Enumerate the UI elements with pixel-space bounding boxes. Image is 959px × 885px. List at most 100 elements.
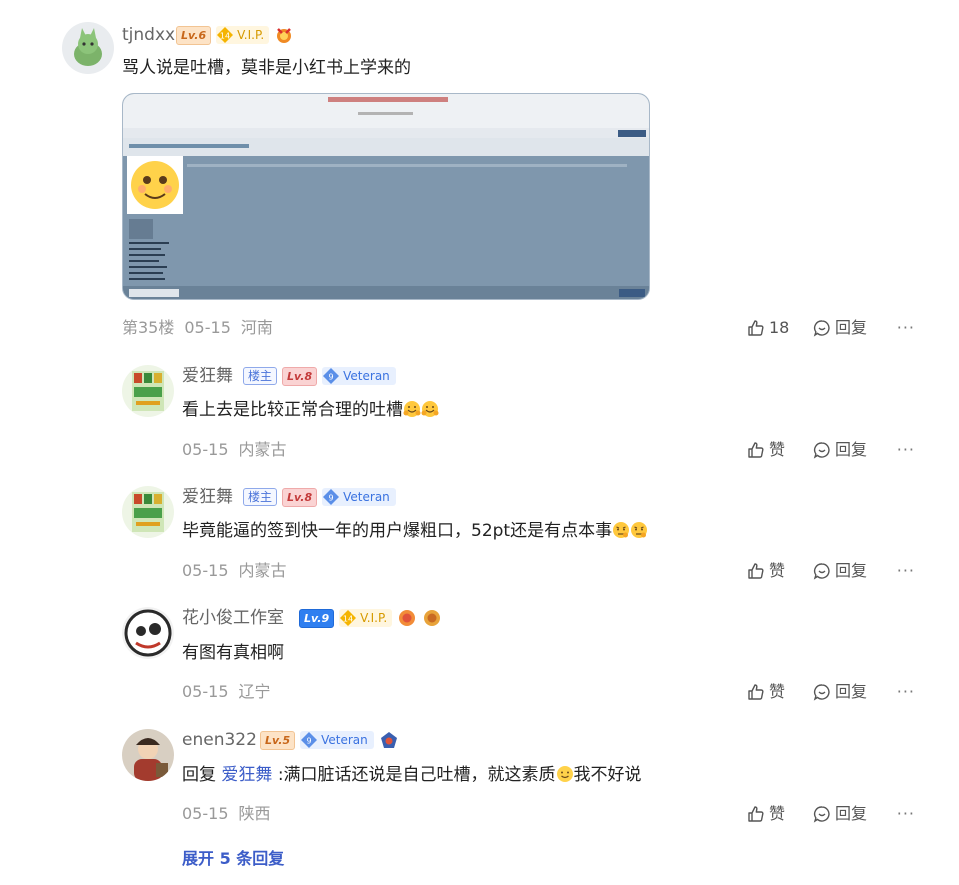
- reply-bubble-icon: [813, 806, 830, 823]
- thinking-emoji-icon: [631, 522, 648, 538]
- diamond-icon: 9: [300, 731, 318, 749]
- medal-icon: [379, 730, 399, 750]
- comment-date: 05-15: [184, 318, 231, 337]
- username[interactable]: 爱狂舞: [182, 365, 233, 387]
- comment-date: 05-15: [182, 682, 229, 701]
- hug-emoji-icon: [421, 401, 439, 417]
- user-badges: 楼主 Lv.8 9 Veteran: [243, 365, 396, 387]
- like-label: 赞: [769, 561, 786, 580]
- svg-text:9: 9: [329, 373, 334, 382]
- comment-actions: 18 回复 ···: [747, 317, 915, 339]
- reply-label: 回复: [835, 318, 868, 337]
- like-label: 赞: [769, 440, 786, 459]
- user-badges: Lv.9 14 V.I.P.: [299, 607, 442, 629]
- medal-icon: [422, 608, 442, 628]
- comment-date: 05-15: [182, 561, 229, 580]
- reply-bubble-icon: [813, 320, 830, 337]
- reply-button[interactable]: 回复: [813, 560, 895, 582]
- more-dots-icon[interactable]: ···: [895, 439, 915, 461]
- veteran-label: Veteran: [321, 733, 368, 747]
- veteran-badge: 9 Veteran: [300, 731, 374, 749]
- veteran-label: Veteran: [343, 490, 390, 504]
- comment-meta: 05-15 内蒙古: [182, 439, 297, 461]
- comment-meta: 05-15 陕西: [182, 803, 281, 825]
- comment-meta: 第35楼 05-15 河南: [122, 317, 283, 339]
- avatar[interactable]: [62, 22, 114, 74]
- svg-text:9: 9: [307, 737, 312, 746]
- thumb-up-icon: [748, 442, 764, 458]
- like-label: 赞: [769, 682, 786, 701]
- thumb-up-icon: [748, 684, 764, 700]
- veteran-badge: 9 Veteran: [322, 367, 396, 385]
- more-dots-icon[interactable]: ···: [895, 803, 915, 825]
- comment-text: 毕竟能逼的签到快一年的用户爆粗口，52pt还是有点本事: [182, 519, 648, 543]
- diamond-icon: 14: [339, 609, 357, 627]
- diamond-icon: 9: [322, 367, 340, 385]
- level-badge: Lv.9: [299, 608, 335, 628]
- svg-text:14: 14: [343, 615, 353, 624]
- thumb-up-icon: [748, 806, 764, 822]
- like-button[interactable]: 18: [747, 317, 813, 339]
- comment-actions: 赞 回复 ···: [747, 803, 915, 825]
- vip-badge: 14 V.I.P.: [216, 26, 270, 44]
- user-badges: 楼主 Lv.8 9 Veteran: [243, 486, 396, 508]
- reply-label: 回复: [835, 682, 868, 701]
- username[interactable]: tjndxx: [122, 24, 175, 46]
- username[interactable]: 花小俊工作室: [182, 607, 284, 629]
- comment-location: 内蒙古: [238, 561, 287, 580]
- like-button[interactable]: 赞: [747, 439, 813, 461]
- thinking-emoji-icon: [613, 522, 630, 538]
- level-badge: Lv.5: [260, 730, 296, 750]
- level-badge: Lv.8: [282, 487, 318, 507]
- thumb-up-icon: [748, 563, 764, 579]
- owner-tag: 楼主: [243, 488, 278, 506]
- comment-meta: 05-15 辽宁: [182, 681, 281, 703]
- avatar[interactable]: [122, 486, 174, 538]
- reply-bubble-icon: [813, 442, 830, 459]
- reply-to-user-link[interactable]: 爱狂舞: [221, 765, 272, 785]
- like-label: 赞: [769, 804, 786, 823]
- user-badges: Lv.6 14 V.I.P.: [176, 24, 294, 46]
- svg-text:9: 9: [329, 494, 334, 503]
- user-badges: Lv.5 9 Veteran: [260, 729, 399, 751]
- avatar[interactable]: [122, 729, 174, 781]
- owner-tag: 楼主: [243, 367, 278, 385]
- reply-button[interactable]: 回复: [813, 681, 895, 703]
- reply-prefix: 回复: [182, 765, 216, 785]
- comment-location: 内蒙古: [238, 440, 287, 459]
- username[interactable]: enen322: [182, 729, 257, 751]
- vip-label: V.I.P.: [237, 28, 265, 42]
- comment-actions: 赞 回复 ···: [747, 560, 915, 582]
- smile-emoji-icon: [556, 766, 573, 782]
- reply-label: 回复: [835, 804, 868, 823]
- avatar[interactable]: [122, 607, 174, 659]
- like-button[interactable]: 赞: [747, 681, 813, 703]
- reply-label: 回复: [835, 561, 868, 580]
- comment-location: 辽宁: [238, 682, 271, 701]
- more-dots-icon[interactable]: ···: [895, 317, 915, 339]
- reply-button[interactable]: 回复: [813, 439, 895, 461]
- floor-number: 第35楼: [122, 318, 175, 337]
- veteran-badge: 9 Veteran: [322, 488, 396, 506]
- comment-actions: 赞 回复 ···: [747, 681, 915, 703]
- comment-text: 骂人说是吐槽，莫非是小红书上学来的: [122, 58, 411, 78]
- like-button[interactable]: 赞: [747, 803, 813, 825]
- username[interactable]: 爱狂舞: [182, 486, 233, 508]
- comment-text: 有图有真相啊: [182, 643, 284, 663]
- avatar[interactable]: [122, 365, 174, 417]
- comment-actions: 赞 回复 ···: [747, 439, 915, 461]
- hug-emoji-icon: [403, 401, 421, 417]
- more-dots-icon[interactable]: ···: [895, 681, 915, 703]
- reply-button[interactable]: 回复: [813, 317, 895, 339]
- more-dots-icon[interactable]: ···: [895, 560, 915, 582]
- comment-date: 05-15: [182, 804, 229, 823]
- attached-screenshot[interactable]: [122, 93, 650, 300]
- reply-button[interactable]: 回复: [813, 803, 895, 825]
- comment-meta: 05-15 内蒙古: [182, 560, 297, 582]
- expand-replies-link[interactable]: 展开 5 条回复: [182, 848, 284, 870]
- veteran-label: Veteran: [343, 369, 390, 383]
- svg-text:14: 14: [220, 32, 230, 41]
- like-button[interactable]: 赞: [747, 560, 813, 582]
- reply-bubble-icon: [813, 684, 830, 701]
- thumb-up-icon: [748, 320, 764, 336]
